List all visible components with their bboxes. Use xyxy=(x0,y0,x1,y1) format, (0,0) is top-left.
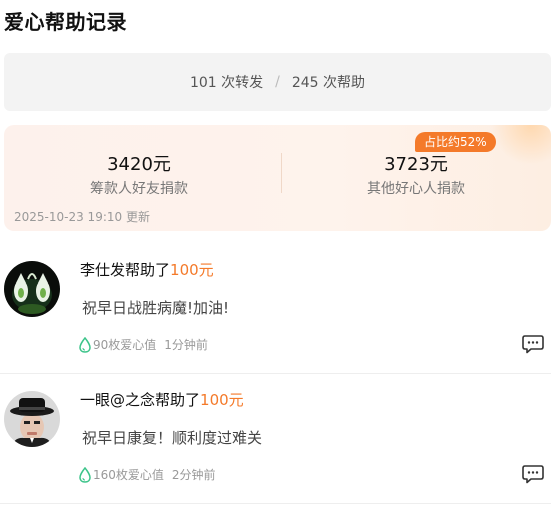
fund-summary-card: 占比约52% 3420元 筹款人好友捐款 3723元 其他好心人捐款 2025-… xyxy=(4,125,551,231)
stats-bar: 101 次转发 / 245 次帮助 xyxy=(4,53,551,111)
help-amount: 100元 xyxy=(170,261,214,279)
update-time: 2025-10-23 19:10 更新 xyxy=(14,210,150,224)
record-meta: 90枚爱心值 1分钟前 xyxy=(79,336,208,353)
ratio-badge: 占比约52% xyxy=(415,132,496,152)
help-message: 祝早日战胜病魔!加油! xyxy=(82,299,230,317)
others-fund: 3723元 其他好心人捐款 xyxy=(281,153,551,199)
help-record[interactable]: 一眼@之念帮助了100元 祝早日康复！顺利度过难关 160枚爱心值 2分钟前 xyxy=(0,375,551,504)
organizer-fund: 3420元 筹款人好友捐款 xyxy=(4,153,274,199)
help-amount: 100元 xyxy=(200,391,244,409)
record-time: 2分钟前 xyxy=(171,468,216,482)
helper-action: 帮助了 xyxy=(155,391,201,409)
others-label: 其他好心人捐款 xyxy=(367,181,465,197)
organizer-label: 筹款人好友捐款 xyxy=(90,181,188,197)
helper-name[interactable]: 李仕发 xyxy=(80,261,125,279)
love-value: 90枚爱心值 xyxy=(93,338,157,352)
help-record[interactable]: 李仕发帮助了100元 祝早日战胜病魔!加油! 90枚爱心值 1分钟前 xyxy=(0,245,551,374)
record-time: 1分钟前 xyxy=(164,338,208,352)
help-message: 祝早日康复！顺利度过难关 xyxy=(82,429,263,447)
page-title: 爱心帮助记录 xyxy=(4,10,127,34)
comment-icon[interactable] xyxy=(522,334,544,354)
helper-line: 李仕发帮助了100元 xyxy=(80,259,214,280)
comment-icon[interactable] xyxy=(522,464,544,484)
love-drop-icon xyxy=(79,466,91,483)
love-value: 160枚爱心值 xyxy=(93,468,164,482)
helper-action: 帮助了 xyxy=(125,261,171,279)
share-count: 101 次转发 xyxy=(189,75,264,91)
record-meta: 160枚爱心值 2分钟前 xyxy=(79,466,216,483)
avatar-twin-figures-icon[interactable] xyxy=(4,261,60,317)
love-drop-icon xyxy=(79,336,91,353)
others-amount: 3723元 xyxy=(384,154,448,175)
stats-separator: / xyxy=(275,74,280,90)
avatar-hat-man-icon[interactable] xyxy=(4,391,60,447)
help-count: 245 次帮助 xyxy=(291,75,366,91)
helper-name[interactable]: 一眼@之念 xyxy=(80,391,155,409)
organizer-amount: 3420元 xyxy=(107,154,171,175)
helper-line: 一眼@之念帮助了100元 xyxy=(80,389,244,410)
